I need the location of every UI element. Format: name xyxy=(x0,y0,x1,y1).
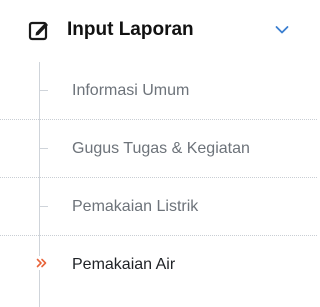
submenu-item-label: Pemakaian Air xyxy=(72,256,176,273)
submenu-item-pemakaian-air[interactable]: Pemakaian Air xyxy=(0,236,317,294)
edit-icon xyxy=(27,18,51,42)
tree-connector xyxy=(39,148,48,149)
submenu-item-label: Informasi Umum xyxy=(72,82,190,99)
menu-title: Input Laporan xyxy=(67,19,194,40)
double-chevron-right-icon xyxy=(35,256,49,270)
submenu-item-pemakaian-listrik[interactable]: Pemakaian Listrik xyxy=(0,178,317,236)
submenu-item-label: Gugus Tugas & Kegiatan xyxy=(72,140,250,157)
tree-connector xyxy=(39,90,48,91)
submenu-item-informasi-umum[interactable]: Informasi Umum xyxy=(0,62,317,120)
submenu-list: Informasi Umum Gugus Tugas & Kegiatan Pe… xyxy=(0,62,317,307)
menu-header-input-laporan[interactable]: Input Laporan xyxy=(0,0,317,62)
submenu-item-gugus-tugas-kegiatan[interactable]: Gugus Tugas & Kegiatan xyxy=(0,120,317,178)
submenu-item-label: Pemakaian Listrik xyxy=(72,198,199,215)
chevron-down-icon[interactable] xyxy=(274,22,290,38)
tree-connector xyxy=(39,206,48,207)
